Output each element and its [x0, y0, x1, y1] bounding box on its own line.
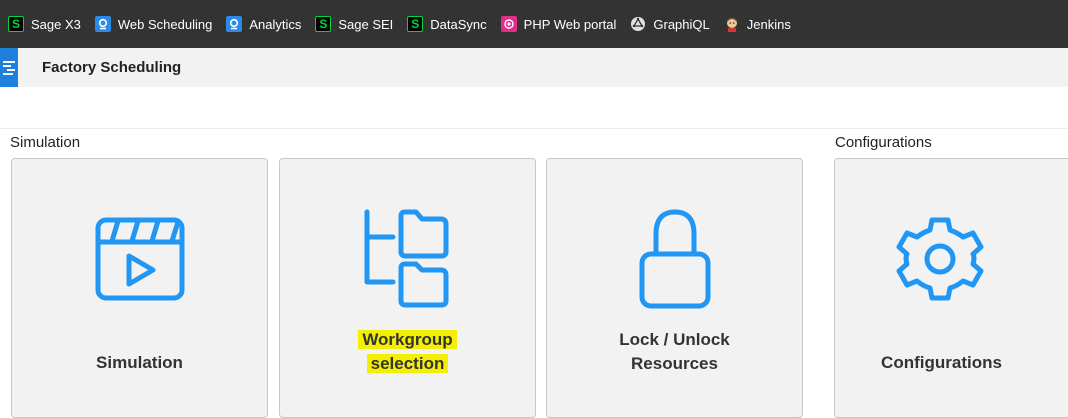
- bookmark-label: DataSync: [430, 16, 487, 32]
- bookmark-php-web-portal[interactable]: PHP Web portal: [500, 0, 617, 48]
- section-label-configurations: Configurations: [835, 134, 932, 151]
- php-icon: [500, 16, 517, 32]
- simulation-card[interactable]: Simulation: [11, 158, 268, 418]
- factory-scheduling-icon: [0, 48, 18, 87]
- simulation-card-label: Simulation: [96, 353, 183, 372]
- workgroup-selection-card[interactable]: Workgroup selection: [279, 158, 536, 418]
- analytics-icon: [226, 16, 243, 32]
- lock-unlock-resources-card[interactable]: Lock / Unlock Resources: [546, 158, 803, 418]
- configurations-card-label: Configurations: [881, 353, 1002, 372]
- graphiql-icon: [630, 16, 646, 32]
- bookmark-datasync[interactable]: S DataSync: [407, 0, 487, 48]
- bookmark-label: Jenkins: [746, 16, 791, 32]
- bookmark-label: Sage X3: [31, 16, 81, 32]
- bookmark-jenkins[interactable]: Jenkins: [724, 0, 791, 48]
- configurations-card[interactable]: Configurations: [834, 158, 1068, 418]
- bookmark-label: Web Scheduling: [117, 16, 213, 32]
- sage-icon: S: [407, 16, 424, 32]
- bookmark-label: Sage SEI: [338, 16, 394, 32]
- web-scheduling-icon: [94, 16, 111, 32]
- bookmarks-bar: S Sage X3 Web Scheduling Analytics S Sag…: [0, 0, 1068, 48]
- divider: [0, 128, 1068, 129]
- bookmark-graphiql[interactable]: GraphiQL: [630, 0, 710, 48]
- workgroup-card-label-line1: Workgroup: [358, 330, 457, 349]
- sage-icon: S: [315, 16, 332, 32]
- lock-icon: [620, 204, 730, 314]
- app-header: Factory Scheduling: [0, 48, 1068, 87]
- section-label-simulation: Simulation: [10, 134, 81, 151]
- jenkins-icon: [724, 16, 740, 32]
- bookmark-web-scheduling[interactable]: Web Scheduling: [94, 0, 213, 48]
- bookmark-analytics[interactable]: Analytics: [226, 0, 301, 48]
- bookmark-sage-x3[interactable]: S Sage X3: [8, 0, 81, 48]
- sage-icon: S: [8, 16, 24, 32]
- workgroup-card-label-line2: selection: [366, 354, 449, 373]
- bookmark-label: PHP Web portal: [523, 16, 617, 32]
- lock-card-label-line2: Resources: [631, 354, 718, 373]
- gear-icon: [885, 204, 995, 314]
- bookmark-label: GraphiQL: [653, 16, 710, 32]
- folder-tree-icon: [353, 204, 463, 314]
- bookmark-sage-sei[interactable]: S Sage SEI: [315, 0, 393, 48]
- lock-card-label-line1: Lock / Unlock: [619, 330, 730, 349]
- bookmark-label: Analytics: [249, 16, 302, 32]
- page-title: Factory Scheduling: [42, 59, 182, 76]
- video-clapperboard-icon: [85, 204, 195, 314]
